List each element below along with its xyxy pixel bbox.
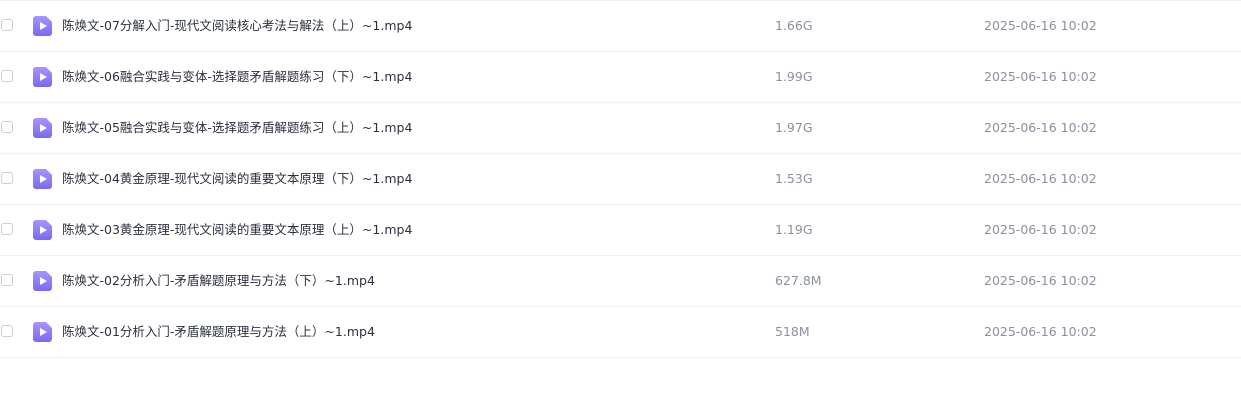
video-file-icon: [33, 67, 52, 87]
file-date: 2025-06-16 10:02: [984, 222, 1097, 237]
file-date: 2025-06-16 10:02: [984, 171, 1097, 186]
file-size: 1.19G: [775, 222, 813, 237]
file-name[interactable]: 陈焕文-05融合实践与变体-选择题矛盾解题练习（上）~1.mp4: [62, 120, 412, 136]
video-file-icon: [33, 322, 52, 342]
file-name[interactable]: 陈焕文-07分解入门-现代文阅读核心考法与解法（上）~1.mp4: [62, 18, 412, 34]
row-checkbox[interactable]: [1, 19, 13, 31]
video-file-icon: [33, 16, 52, 36]
row-checkbox[interactable]: [1, 172, 13, 184]
row-checkbox[interactable]: [1, 325, 13, 337]
file-size: 627.8M: [775, 273, 822, 288]
file-name[interactable]: 陈焕文-02分析入门-矛盾解题原理与方法（下）~1.mp4: [62, 273, 375, 289]
file-name[interactable]: 陈焕文-01分析入门-矛盾解题原理与方法（上）~1.mp4: [62, 324, 375, 340]
row-checkbox[interactable]: [1, 121, 13, 133]
video-file-icon: [33, 169, 52, 189]
file-size: 1.97G: [775, 120, 813, 135]
file-date: 2025-06-16 10:02: [984, 18, 1097, 33]
file-date: 2025-06-16 10:02: [984, 120, 1097, 135]
file-name[interactable]: 陈焕文-06融合实践与变体-选择题矛盾解题练习（下）~1.mp4: [62, 69, 412, 85]
file-date: 2025-06-16 10:02: [984, 273, 1097, 288]
file-date: 2025-06-16 10:02: [984, 69, 1097, 84]
video-file-icon: [33, 271, 52, 291]
row-checkbox[interactable]: [1, 274, 13, 286]
file-row[interactable]: 陈焕文-06融合实践与变体-选择题矛盾解题练习（下）~1.mp4 1.99G 2…: [0, 52, 1241, 103]
file-name[interactable]: 陈焕文-03黄金原理-现代文阅读的重要文本原理（上）~1.mp4: [62, 222, 412, 238]
video-file-icon: [33, 118, 52, 138]
file-size: 1.53G: [775, 171, 813, 186]
row-checkbox[interactable]: [1, 70, 13, 82]
file-size: 1.99G: [775, 69, 813, 84]
file-row[interactable]: 陈焕文-02分析入门-矛盾解题原理与方法（下）~1.mp4 627.8M 202…: [0, 256, 1241, 307]
file-date: 2025-06-16 10:02: [984, 324, 1097, 339]
file-size: 518M: [775, 324, 810, 339]
file-row[interactable]: 陈焕文-01分析入门-矛盾解题原理与方法（上）~1.mp4 518M 2025-…: [0, 307, 1241, 358]
video-file-icon: [33, 220, 52, 240]
row-checkbox[interactable]: [1, 223, 13, 235]
file-row[interactable]: 陈焕文-03黄金原理-现代文阅读的重要文本原理（上）~1.mp4 1.19G 2…: [0, 205, 1241, 256]
file-list: 陈焕文-07分解入门-现代文阅读核心考法与解法（上）~1.mp4 1.66G 2…: [0, 1, 1241, 358]
file-row[interactable]: 陈焕文-07分解入门-现代文阅读核心考法与解法（上）~1.mp4 1.66G 2…: [0, 1, 1241, 52]
file-size: 1.66G: [775, 18, 813, 33]
file-row[interactable]: 陈焕文-05融合实践与变体-选择题矛盾解题练习（上）~1.mp4 1.97G 2…: [0, 103, 1241, 154]
file-name[interactable]: 陈焕文-04黄金原理-现代文阅读的重要文本原理（下）~1.mp4: [62, 171, 412, 187]
file-row[interactable]: 陈焕文-04黄金原理-现代文阅读的重要文本原理（下）~1.mp4 1.53G 2…: [0, 154, 1241, 205]
